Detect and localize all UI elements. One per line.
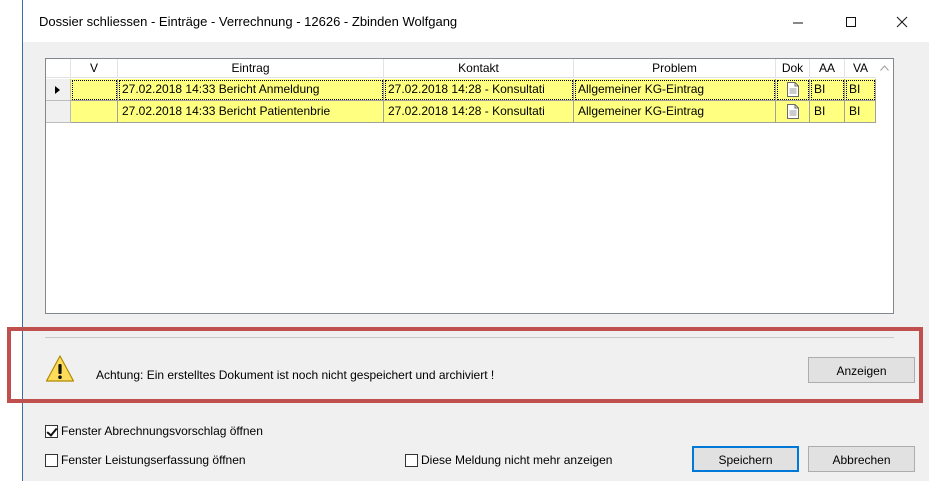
- entries-grid[interactable]: V Eintrag Kontakt Problem Dok AA VA 27.0…: [45, 58, 894, 314]
- title-bar: Dossier schliessen - Einträge - Verrechn…: [23, 0, 929, 42]
- cell-problem[interactable]: Allgemeiner KG-Eintrag: [574, 101, 776, 123]
- vertical-scrollbar[interactable]: [876, 59, 893, 313]
- open-services-option[interactable]: Fenster Leistungserfassung öffnen: [45, 453, 246, 467]
- table-row[interactable]: 27.02.2018 14:33 Bericht Anmeldung 27.02…: [46, 79, 893, 101]
- warning-icon: [45, 355, 75, 382]
- cell-eintrag[interactable]: 27.02.2018 14:33 Bericht Patientenbrie: [118, 101, 384, 123]
- open-billing-option[interactable]: Fenster Abrechnungsvorschlag öffnen: [45, 424, 263, 438]
- cell-kontakt[interactable]: 27.02.2018 14:28 - Konsultati: [384, 101, 574, 123]
- minimize-button[interactable]: [778, 8, 818, 36]
- column-header-dok[interactable]: Dok: [776, 59, 810, 78]
- cell-v[interactable]: [71, 79, 118, 101]
- open-services-label[interactable]: Fenster Leistungserfassung öffnen: [61, 453, 246, 467]
- save-button[interactable]: Speichern: [692, 446, 799, 472]
- cell-va[interactable]: BI: [845, 79, 876, 101]
- dont-show-again-option[interactable]: Diese Meldung nicht mehr anzeigen: [405, 453, 612, 467]
- cell-dok[interactable]: [776, 79, 810, 101]
- scroll-up-arrow-icon[interactable]: [880, 65, 889, 71]
- show-button[interactable]: Anzeigen: [808, 357, 915, 383]
- warning-message: Achtung: Ein erstelltes Dokument ist noc…: [96, 368, 495, 382]
- row-header[interactable]: [46, 79, 71, 101]
- cell-aa[interactable]: BI: [810, 79, 845, 101]
- grid-header: V Eintrag Kontakt Problem Dok AA VA: [46, 59, 893, 78]
- table-row[interactable]: 27.02.2018 14:33 Bericht Patientenbrie 2…: [46, 101, 893, 123]
- cancel-button[interactable]: Abbrechen: [808, 446, 915, 472]
- cell-v[interactable]: [71, 101, 118, 123]
- current-row-arrow-icon: [55, 86, 60, 94]
- close-icon: [896, 16, 908, 28]
- column-header-eintrag[interactable]: Eintrag: [118, 59, 384, 78]
- open-services-checkbox[interactable]: [45, 453, 58, 467]
- minimize-icon: [793, 22, 803, 24]
- close-button[interactable]: [882, 8, 922, 36]
- document-icon[interactable]: [786, 82, 799, 98]
- maximize-button[interactable]: [831, 8, 871, 36]
- column-header-va[interactable]: VA: [845, 59, 876, 78]
- row-header-corner: [46, 59, 71, 78]
- column-header-v[interactable]: V: [71, 59, 118, 78]
- cell-va[interactable]: BI: [845, 101, 876, 123]
- open-billing-label[interactable]: Fenster Abrechnungsvorschlag öffnen: [61, 424, 263, 438]
- document-icon[interactable]: [786, 104, 799, 120]
- window-title: Dossier schliessen - Einträge - Verrechn…: [39, 14, 458, 29]
- dialog-window: Dossier schliessen - Einträge - Verrechn…: [7, 0, 929, 481]
- open-billing-checkbox[interactable]: [45, 424, 58, 438]
- cell-kontakt[interactable]: 27.02.2018 14:28 - Konsultati: [384, 79, 574, 101]
- dont-show-again-checkbox[interactable]: [405, 453, 418, 467]
- cell-problem[interactable]: Allgemeiner KG-Eintrag: [574, 79, 776, 101]
- column-header-aa[interactable]: AA: [810, 59, 845, 78]
- cell-dok[interactable]: [776, 101, 810, 123]
- maximize-icon: [846, 17, 856, 27]
- cell-eintrag[interactable]: 27.02.2018 14:33 Bericht Anmeldung: [118, 79, 384, 101]
- warning-highlight-frame: [7, 327, 923, 403]
- row-header[interactable]: [46, 101, 71, 123]
- desktop-edge: [0, 0, 3, 481]
- column-header-problem[interactable]: Problem: [574, 59, 776, 78]
- dont-show-again-label[interactable]: Diese Meldung nicht mehr anzeigen: [421, 453, 612, 467]
- column-header-kontakt[interactable]: Kontakt: [384, 59, 574, 78]
- cell-aa[interactable]: BI: [810, 101, 845, 123]
